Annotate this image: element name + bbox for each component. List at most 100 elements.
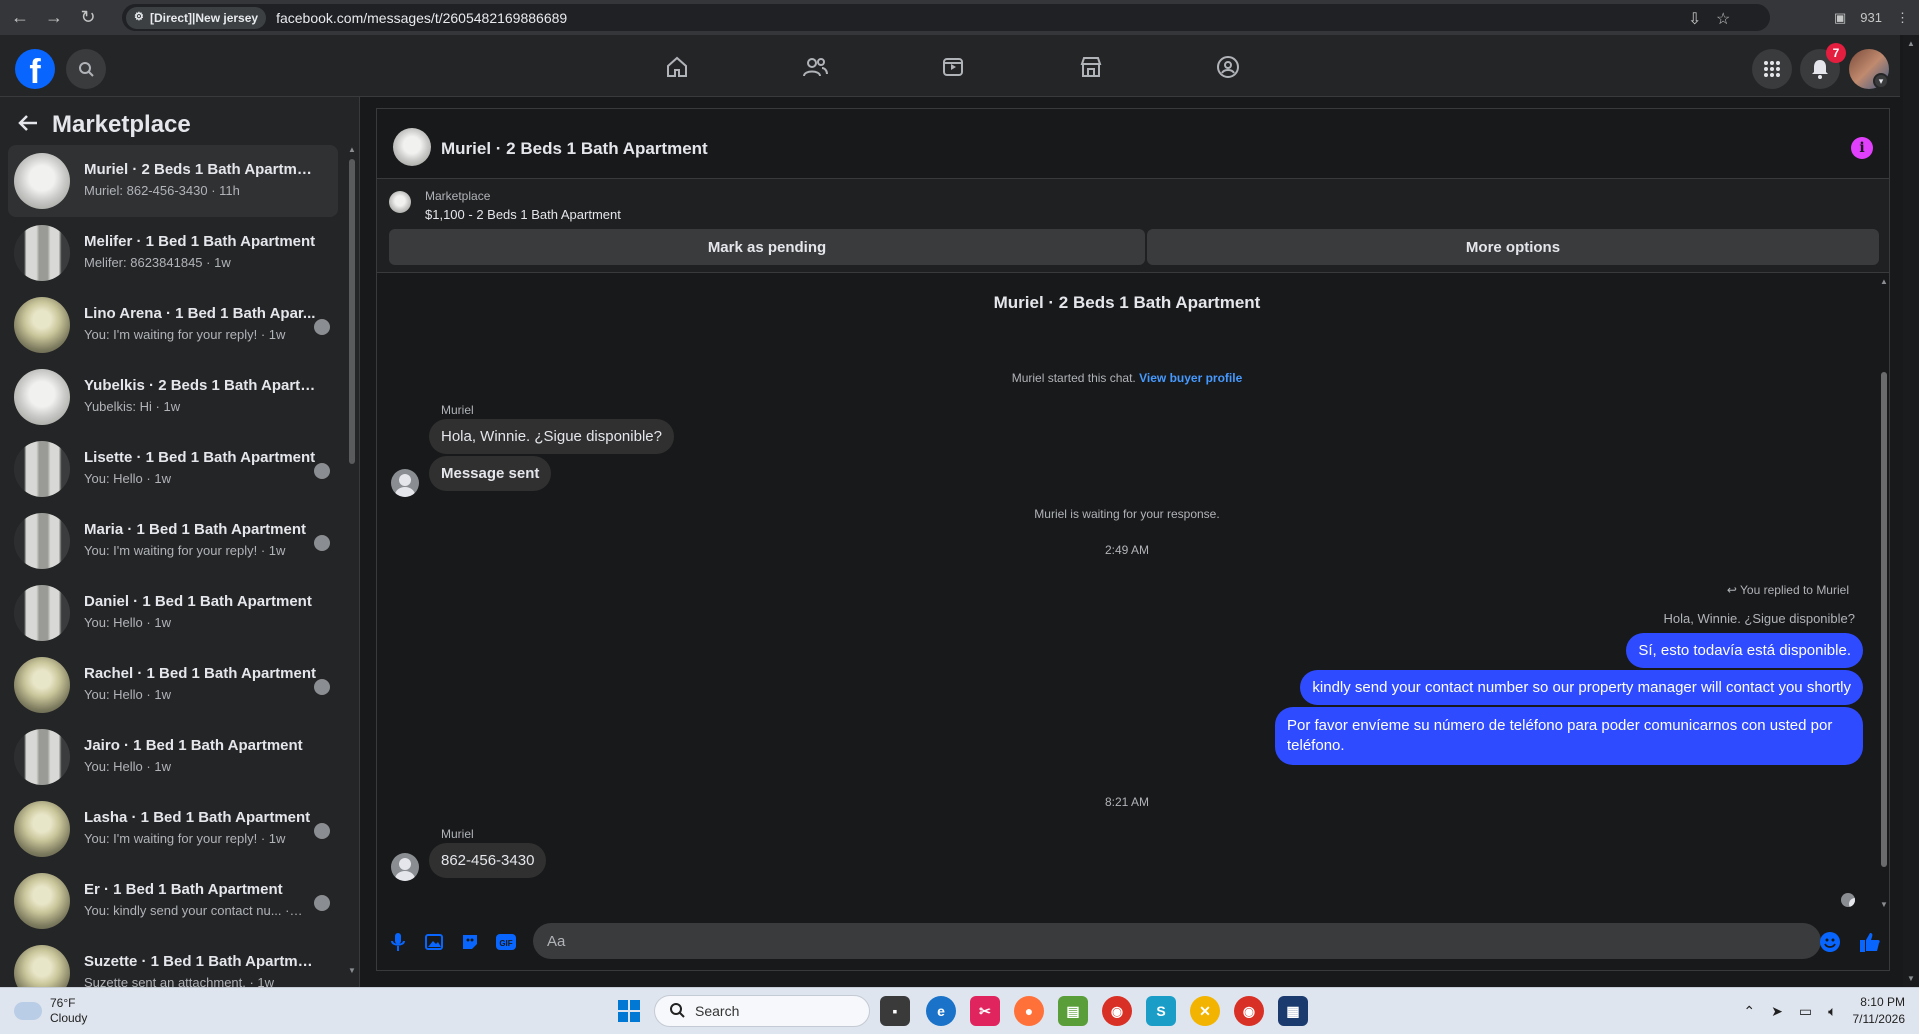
windows-taskbar: 76°F Cloudy Search ▪ e ✂ ● ▤ ◉ S ✕ ◉ ▦ ⌃…	[0, 987, 1919, 1034]
url-text[interactable]: facebook.com/messages/t/2605482169886689	[276, 10, 567, 26]
tab-search-icon[interactable]: ▣	[1834, 10, 1846, 26]
groups-icon[interactable]	[1208, 49, 1248, 85]
photo-icon[interactable]	[421, 929, 447, 955]
notifications-bell-icon[interactable]: 7	[1800, 43, 1846, 89]
scroll-up-icon[interactable]: ▲	[348, 145, 356, 154]
page-scrollbar[interactable]: ▲ ▼	[1903, 35, 1919, 987]
network-icon[interactable]: ▭	[1799, 1003, 1812, 1020]
sidebar-scroll-thumb[interactable]	[349, 159, 355, 464]
facebook-header: f 7 ▾	[0, 35, 1900, 97]
conversation-item[interactable]: Lisette · 1 Bed 1 Bath Apartment You: Hel…	[8, 433, 338, 505]
like-thumb-icon[interactable]	[1857, 929, 1883, 955]
message-bubble-outgoing[interactable]: Sí, esto todavía está disponible.	[1626, 633, 1863, 668]
conversation-item[interactable]: Daniel · 1 Bed 1 Bath Apartment You: Hell…	[8, 577, 338, 649]
scroll-down-icon[interactable]: ▼	[1880, 900, 1888, 909]
home-icon[interactable]	[657, 49, 697, 85]
back-arrow-icon[interactable]: ←	[6, 4, 34, 32]
conversation-item[interactable]: Rachel · 1 Bed 1 Bath Apartment You: Hell…	[8, 649, 338, 721]
conversation-item[interactable]: Suzette · 1 Bed 1 Bath Apartment Suzette …	[8, 937, 338, 987]
conversation-item[interactable]: Melifer · 1 Bed 1 Bath Apartment Melifer:…	[8, 217, 338, 289]
firefox-icon[interactable]: ●	[1014, 996, 1044, 1026]
quoted-message[interactable]: Hola, Winnie. ¿Sigue disponible?	[1664, 611, 1856, 626]
profile-counter[interactable]: 931	[1860, 10, 1882, 25]
weather-widget[interactable]: 76°F Cloudy	[14, 996, 87, 1026]
listing-price[interactable]: $1,100 - 2 Beds 1 Bath Apartment	[425, 207, 621, 222]
gif-icon[interactable]: GIF	[493, 929, 519, 955]
message-bubble-incoming[interactable]: Hola, Winnie. ¿Sigue disponible?	[429, 419, 674, 454]
message-bubble-incoming[interactable]: Message sent	[429, 456, 552, 491]
message-bubble-incoming[interactable]: 862-456-3430	[429, 843, 547, 878]
address-bar[interactable]: [Direct]|New jersey facebook.com/message…	[122, 4, 1770, 31]
sender-avatar[interactable]	[391, 853, 419, 881]
microphone-icon[interactable]	[385, 929, 411, 955]
volume-icon[interactable]: 🔈︎	[1828, 1003, 1836, 1020]
listing-thumbnail[interactable]	[389, 191, 411, 213]
video-icon[interactable]	[933, 49, 973, 85]
listing-source: Marketplace	[425, 189, 491, 203]
conversation-title: Lisette · 1 Bed 1 Bath Apartment	[84, 449, 316, 466]
info-icon[interactable]: i	[1851, 137, 1873, 159]
weather-condition: Cloudy	[50, 1011, 88, 1025]
conversation-item[interactable]: Yubelkis · 2 Beds 1 Bath Apartm... Yubelk…	[8, 361, 338, 433]
browser-menu-icon[interactable]: ⋮	[1896, 10, 1909, 26]
listing-thumbnail	[14, 945, 70, 987]
search-icon[interactable]	[66, 49, 106, 89]
app-icon[interactable]: ▦	[1278, 996, 1308, 1026]
spreadsheet-app-icon[interactable]: ▤	[1058, 996, 1088, 1026]
chat-scrollbar[interactable]: ▲ ▼	[1878, 277, 1890, 909]
chrome-icon[interactable]: ◉	[1102, 996, 1132, 1026]
scroll-down-icon[interactable]: ▼	[1907, 974, 1915, 983]
chevron-down-icon[interactable]: ▾	[1873, 73, 1889, 89]
facebook-logo[interactable]: f	[15, 49, 55, 89]
windows-start-icon[interactable]	[614, 996, 644, 1026]
marketplace-icon[interactable]	[1071, 49, 1111, 85]
seen-receipt-avatar	[314, 319, 330, 335]
edge-browser-icon[interactable]: e	[926, 996, 956, 1026]
conversation-item[interactable]: Maria · 1 Bed 1 Bath Apartment You: I'm w…	[8, 505, 338, 577]
app-icon[interactable]: S	[1146, 996, 1176, 1026]
mark-as-pending-button[interactable]: Mark as pending	[389, 229, 1145, 265]
chat-avatar[interactable]	[393, 128, 431, 166]
friends-icon[interactable]	[795, 49, 835, 85]
conversation-title: Lino Arena · 1 Bed 1 Bath Apar...	[84, 305, 316, 322]
more-options-button[interactable]: More options	[1147, 229, 1879, 265]
scroll-up-icon[interactable]: ▲	[1880, 277, 1888, 286]
chevron-up-icon[interactable]: ⌃	[1743, 1003, 1755, 1020]
chrome-icon[interactable]: ◉	[1234, 996, 1264, 1026]
back-arrow-icon[interactable]	[18, 112, 38, 138]
conversation-item[interactable]: Jairo · 1 Bed 1 Bath Apartment You: Hello…	[8, 721, 338, 793]
conversation-item[interactable]: Lino Arena · 1 Bed 1 Bath Apar... You: I'…	[8, 289, 338, 361]
message-composer: GIF	[377, 917, 1889, 971]
location-icon[interactable]: ➤	[1771, 1003, 1783, 1020]
conversation-item[interactable]: Er · 1 Bed 1 Bath Apartment You: kindly s…	[8, 865, 338, 937]
thread-title: Muriel · 2 Beds 1 Bath Apartment	[993, 293, 1261, 312]
message-input[interactable]	[533, 923, 1821, 959]
menu-grid-icon[interactable]	[1752, 49, 1792, 89]
proxy-chip[interactable]: [Direct]|New jersey	[126, 6, 267, 29]
view-buyer-profile-link[interactable]: View buyer profile	[1139, 371, 1242, 385]
conversation-item[interactable]: Lasha · 1 Bed 1 Bath Apartment You: I'm w…	[8, 793, 338, 865]
message-bubble-outgoing[interactable]: Por favor envíeme su número de teléfono …	[1275, 707, 1863, 765]
conversation-preview: You: I'm waiting for your reply! · 1w	[84, 543, 286, 558]
chat-scroll-thumb[interactable]	[1881, 372, 1887, 867]
scroll-up-icon[interactable]: ▲	[1907, 39, 1915, 48]
task-view-icon[interactable]: ▪	[880, 996, 910, 1026]
chat-title[interactable]: Muriel · 2 Beds 1 Bath Apartment	[441, 139, 708, 159]
taskbar-search[interactable]: Search	[654, 995, 870, 1027]
reload-icon[interactable]: ↻	[74, 4, 102, 32]
sender-avatar[interactable]	[391, 469, 419, 497]
chat-started-notice: Muriel started this chat. View buyer pro…	[377, 371, 1877, 385]
forward-arrow-icon[interactable]: →	[40, 4, 68, 32]
listing-thumbnail	[14, 225, 70, 281]
sticker-icon[interactable]	[457, 929, 483, 955]
bookmark-star-icon[interactable]: ☆	[1716, 9, 1730, 29]
sidebar-scrollbar[interactable]: ▲ ▼	[347, 145, 357, 975]
emoji-icon[interactable]	[1817, 929, 1843, 955]
app-icon[interactable]: ✕	[1190, 996, 1220, 1026]
message-bubble-outgoing[interactable]: kindly send your contact number so our p…	[1300, 670, 1863, 705]
conversation-item[interactable]: Muriel · 2 Beds 1 Bath Apartment Muriel: …	[8, 145, 338, 217]
clock[interactable]: 8:10 PM 7/11/2026	[1853, 994, 1906, 1028]
scroll-down-icon[interactable]: ▼	[348, 966, 356, 975]
install-app-icon[interactable]: ⇩	[1688, 9, 1701, 29]
snipping-tool-icon[interactable]: ✂	[970, 996, 1000, 1026]
